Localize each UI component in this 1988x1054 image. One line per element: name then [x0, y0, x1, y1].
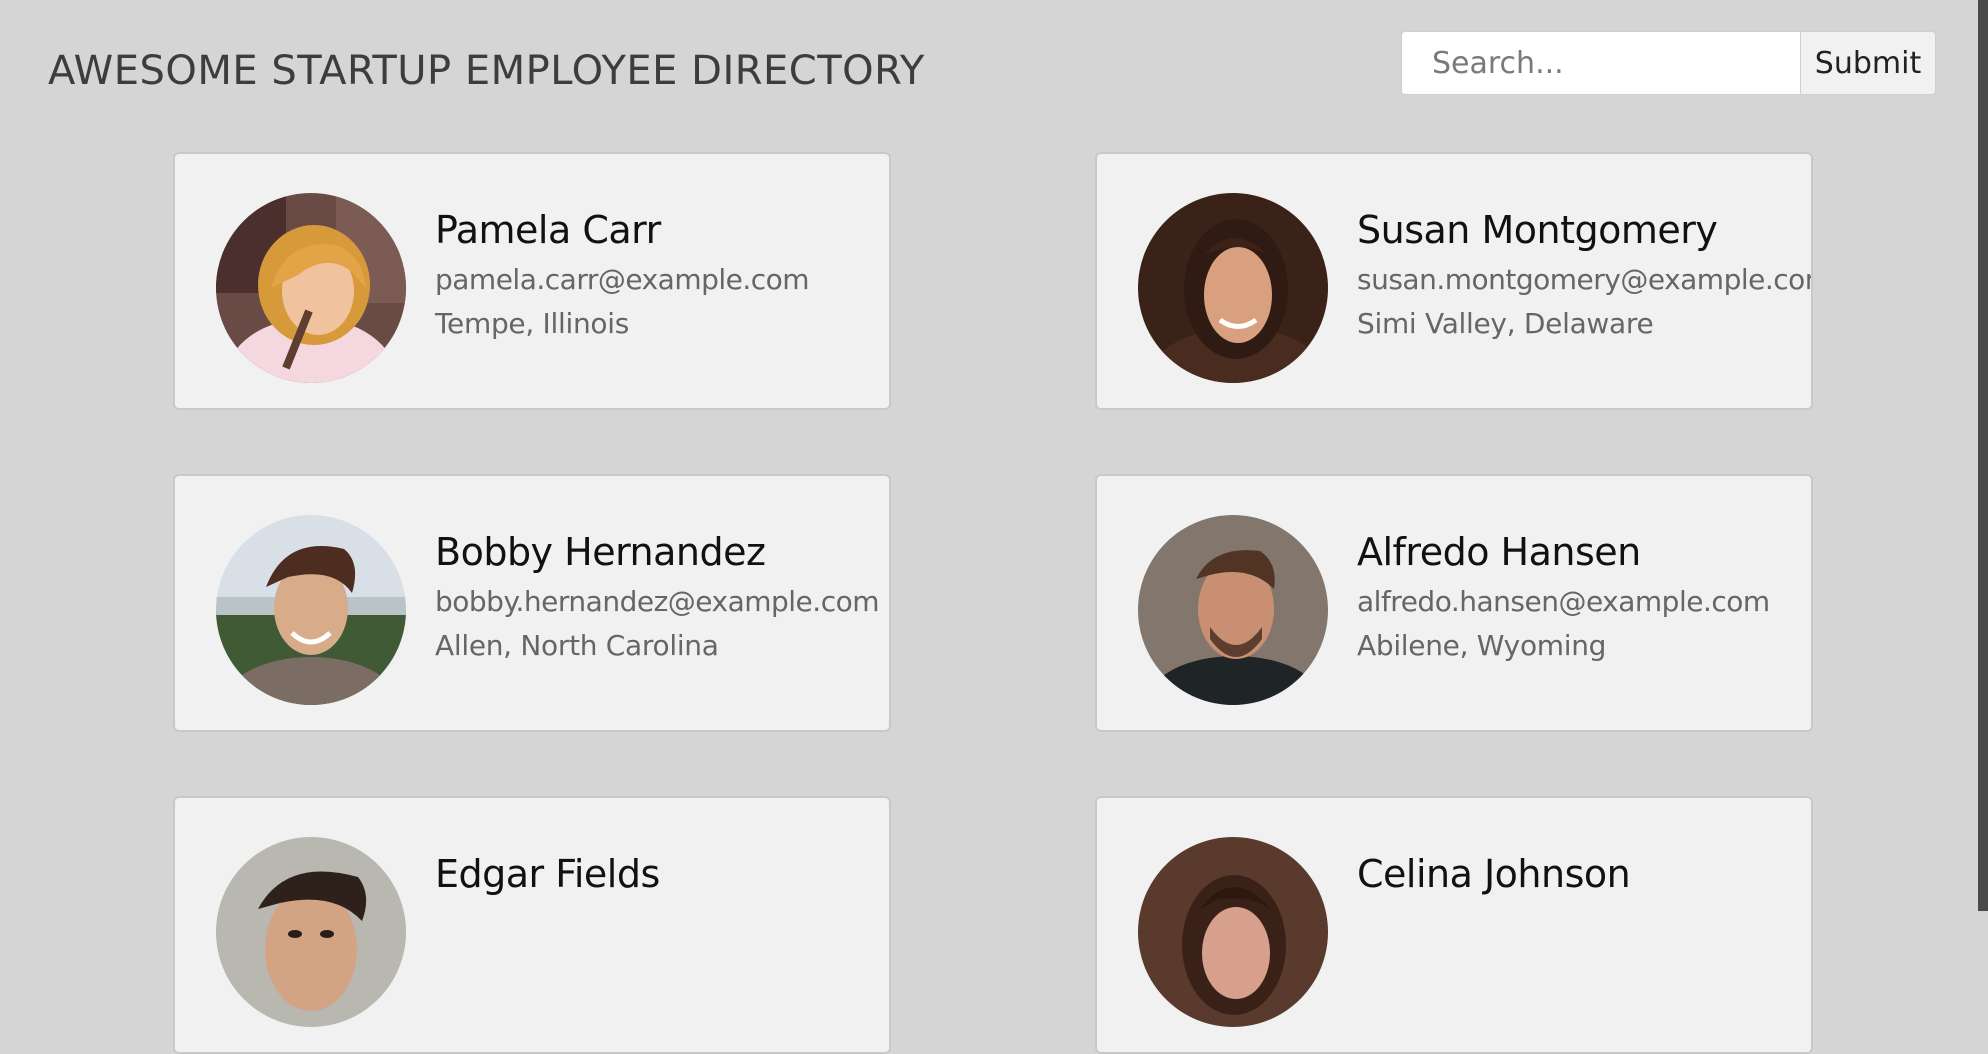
employee-location: Tempe, Illinois — [435, 307, 629, 340]
employee-card[interactable]: Pamela Carr pamela.carr@example.com Temp… — [173, 152, 891, 410]
employee-card[interactable]: Edgar Fields — [173, 796, 891, 1054]
employee-card[interactable]: Bobby Hernandez bobby.hernandez@example.… — [173, 474, 891, 732]
avatar — [216, 193, 406, 383]
employee-name: Alfredo Hansen — [1357, 530, 1641, 574]
employee-email: pamela.carr@example.com — [435, 263, 810, 296]
employee-email: bobby.hernandez@example.com — [435, 585, 880, 618]
employee-info: Susan Montgomery susan.montgomery@exampl… — [1357, 206, 1813, 346]
employee-info: Celina Johnson — [1357, 850, 1807, 902]
employee-location: Allen, North Carolina — [435, 629, 719, 662]
employee-name: Celina Johnson — [1357, 852, 1631, 896]
employee-name: Pamela Carr — [435, 208, 661, 252]
employee-name: Edgar Fields — [435, 852, 660, 896]
employee-info: Pamela Carr pamela.carr@example.com Temp… — [435, 206, 885, 346]
page-header: AWESOME STARTUP EMPLOYEE DIRECTORY Submi… — [0, 0, 1988, 140]
employee-location: Simi Valley, Delaware — [1357, 307, 1654, 340]
employee-info: Bobby Hernandez bobby.hernandez@example.… — [435, 528, 885, 668]
employee-card[interactable]: Alfredo Hansen alfredo.hansen@example.co… — [1095, 474, 1813, 732]
search-form: Submit — [1401, 31, 1936, 95]
employee-email: alfredo.hansen@example.com — [1357, 585, 1770, 618]
employee-card[interactable]: Celina Johnson — [1095, 796, 1813, 1054]
avatar — [216, 515, 406, 705]
employee-name: Susan Montgomery — [1357, 208, 1718, 252]
employee-info: Edgar Fields — [435, 850, 885, 902]
employee-name: Bobby Hernandez — [435, 530, 766, 574]
employee-email: susan.montgomery@example.com — [1357, 263, 1813, 296]
employee-info: Alfredo Hansen alfredo.hansen@example.co… — [1357, 528, 1807, 668]
submit-button[interactable]: Submit — [1801, 31, 1936, 95]
page-scrollbar[interactable] — [1978, 0, 1988, 911]
avatar — [1138, 515, 1328, 705]
employee-location: Abilene, Wyoming — [1357, 629, 1607, 662]
search-input[interactable] — [1401, 31, 1801, 95]
avatar — [1138, 193, 1328, 383]
avatar — [1138, 837, 1328, 1027]
employee-card[interactable]: Susan Montgomery susan.montgomery@exampl… — [1095, 152, 1813, 410]
avatar — [216, 837, 406, 1027]
page-title: AWESOME STARTUP EMPLOYEE DIRECTORY — [48, 48, 925, 94]
